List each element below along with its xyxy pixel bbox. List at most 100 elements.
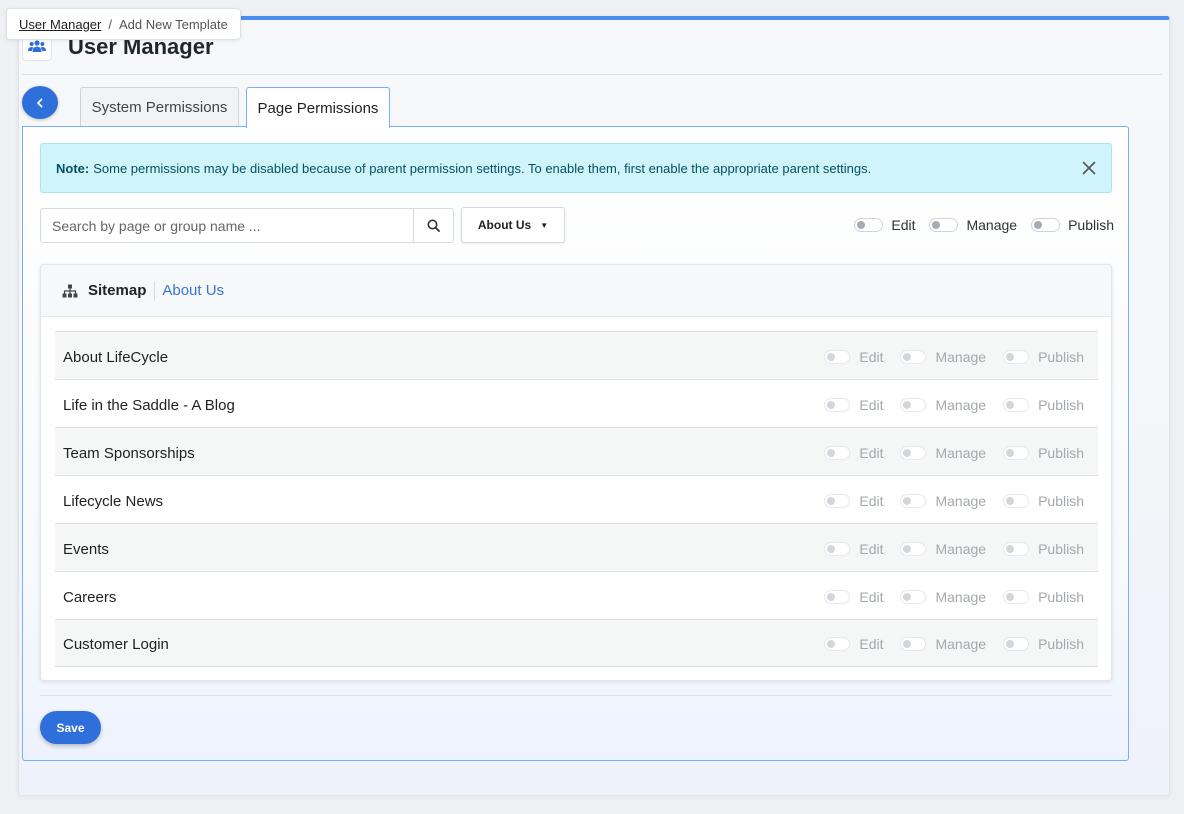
page-permissions-panel: Note: Some permissions may be disabled b…	[22, 126, 1129, 761]
toggle-label: Manage	[935, 444, 987, 461]
toggle-switch[interactable]	[1003, 493, 1030, 508]
row-permission-toggles: Edit Manage Publish	[824, 347, 1084, 365]
edit-toggle[interactable]: Edit	[824, 541, 883, 557]
toggle-label: Edit	[859, 540, 884, 557]
toggle-switch[interactable]	[824, 493, 851, 508]
search-input[interactable]	[41, 209, 413, 242]
publish-toggle[interactable]: Publish	[1003, 397, 1084, 413]
publish-toggle[interactable]: Publish	[1003, 445, 1084, 461]
publish-toggle[interactable]: Publish	[1003, 349, 1084, 365]
toggle-switch[interactable]	[824, 637, 851, 651]
edit-toggle[interactable]: Edit	[824, 493, 883, 509]
sitemap-header: Sitemap About Us	[41, 265, 1111, 317]
page-name: Lifecycle News	[63, 492, 164, 510]
toggle-switch[interactable]	[900, 349, 927, 364]
toggle-label: Edit	[859, 444, 884, 461]
tab-page-permissions[interactable]: Page Permissions	[246, 87, 390, 128]
toggle-label: Manage	[935, 348, 987, 365]
manage-toggle[interactable]: Manage	[900, 349, 986, 365]
manage-toggle[interactable]: Manage	[900, 589, 986, 605]
toggle-switch[interactable]	[1003, 445, 1030, 460]
page-name: Careers	[63, 588, 117, 606]
close-icon[interactable]	[1079, 158, 1099, 178]
toggle-label: Publish	[1038, 588, 1084, 605]
divider	[154, 280, 156, 301]
toggle-label: Edit	[859, 492, 884, 509]
toggle-label: Manage	[966, 217, 1018, 233]
toggle-label: Manage	[935, 636, 987, 652]
list-item: Customer Login Edit Manage Publish	[55, 619, 1098, 667]
toggle-switch[interactable]	[1003, 541, 1030, 556]
toggle-switch[interactable]	[900, 589, 927, 604]
global-publish-toggle[interactable]: Publish	[1031, 217, 1114, 233]
sitemap-current-link[interactable]: About Us	[162, 282, 224, 299]
global-edit-toggle[interactable]: Edit	[854, 217, 915, 233]
list-item: Careers Edit Manage Publish	[55, 571, 1098, 619]
toggle-switch[interactable]	[900, 637, 927, 651]
list-item: Life in the Saddle - A Blog Edit Manage …	[55, 379, 1098, 427]
footer-divider	[40, 695, 1112, 696]
edit-toggle[interactable]: Edit	[824, 397, 883, 413]
note-label: Note:	[56, 160, 90, 176]
toggle-switch[interactable]	[824, 541, 851, 556]
list-item: Lifecycle News Edit Manage Publish	[55, 475, 1098, 523]
list-item: Events Edit Manage Publish	[55, 523, 1098, 571]
toggle-switch[interactable]	[900, 445, 927, 460]
edit-toggle[interactable]: Edit	[824, 349, 883, 365]
publish-toggle[interactable]: Publish	[1003, 589, 1084, 605]
toggle-switch[interactable]	[1003, 589, 1030, 604]
back-button[interactable]	[22, 86, 58, 119]
manage-toggle[interactable]: Manage	[900, 636, 986, 652]
edit-toggle[interactable]: Edit	[824, 636, 883, 652]
toggle-label: Edit	[859, 396, 884, 413]
toggle-switch[interactable]	[929, 218, 959, 232]
edit-toggle[interactable]: Edit	[824, 589, 883, 605]
save-button[interactable]: Save	[40, 711, 101, 744]
sitemap-icon	[62, 284, 78, 297]
page-name: About LifeCycle	[63, 348, 169, 366]
edit-toggle[interactable]: Edit	[824, 445, 883, 461]
toggle-label: Manage	[935, 540, 987, 557]
row-permission-toggles: Edit Manage Publish	[824, 491, 1084, 509]
toggle-switch[interactable]	[1031, 218, 1061, 232]
global-permission-toggles: Edit Manage Publish	[840, 215, 1114, 235]
toggle-switch[interactable]	[900, 493, 927, 508]
toggle-switch[interactable]	[824, 397, 851, 412]
search-icon	[427, 219, 440, 232]
toggle-switch[interactable]	[854, 218, 884, 232]
toggle-switch[interactable]	[824, 349, 851, 364]
row-permission-toggles: Edit Manage Publish	[824, 587, 1084, 605]
tab-system-permissions[interactable]: System Permissions	[80, 87, 239, 127]
search-button[interactable]	[413, 209, 453, 242]
toggle-switch[interactable]	[1003, 637, 1030, 651]
search-group	[40, 208, 454, 243]
publish-toggle[interactable]: Publish	[1003, 636, 1084, 652]
toggle-switch[interactable]	[824, 589, 851, 604]
toggle-label: Publish	[1038, 492, 1084, 509]
manage-toggle[interactable]: Manage	[900, 397, 986, 413]
note-alert: Note: Some permissions may be disabled b…	[40, 143, 1112, 193]
publish-toggle[interactable]: Publish	[1003, 493, 1084, 509]
manage-toggle[interactable]: Manage	[900, 541, 986, 557]
toggle-switch[interactable]	[824, 445, 851, 460]
toggle-label: Publish	[1038, 540, 1084, 557]
toggle-switch[interactable]	[900, 397, 927, 412]
toggle-switch[interactable]	[900, 541, 927, 556]
toggle-label: Edit	[859, 348, 884, 365]
manage-toggle[interactable]: Manage	[900, 445, 986, 461]
toggle-switch[interactable]	[1003, 349, 1030, 364]
row-permission-toggles: Edit Manage Publish	[824, 634, 1084, 652]
global-manage-toggle[interactable]: Manage	[929, 217, 1017, 233]
page-group-dropdown[interactable]: About Us ▼	[461, 207, 565, 243]
breadcrumb-user-manager-link[interactable]: User Manager	[19, 17, 101, 32]
sitemap-card: Sitemap About Us About LifeCycle Edit Ma…	[40, 264, 1112, 681]
note-text: Some permissions may be disabled because…	[93, 160, 872, 176]
toggle-label: Publish	[1068, 217, 1114, 233]
toggle-label: Edit	[891, 217, 916, 233]
publish-toggle[interactable]: Publish	[1003, 541, 1084, 557]
manage-toggle[interactable]: Manage	[900, 493, 986, 509]
toggle-switch[interactable]	[1003, 397, 1030, 412]
page-name: Events	[63, 540, 109, 558]
list-item: Team Sponsorships Edit Manage Publish	[55, 427, 1098, 475]
toggle-label: Publish	[1038, 348, 1084, 365]
